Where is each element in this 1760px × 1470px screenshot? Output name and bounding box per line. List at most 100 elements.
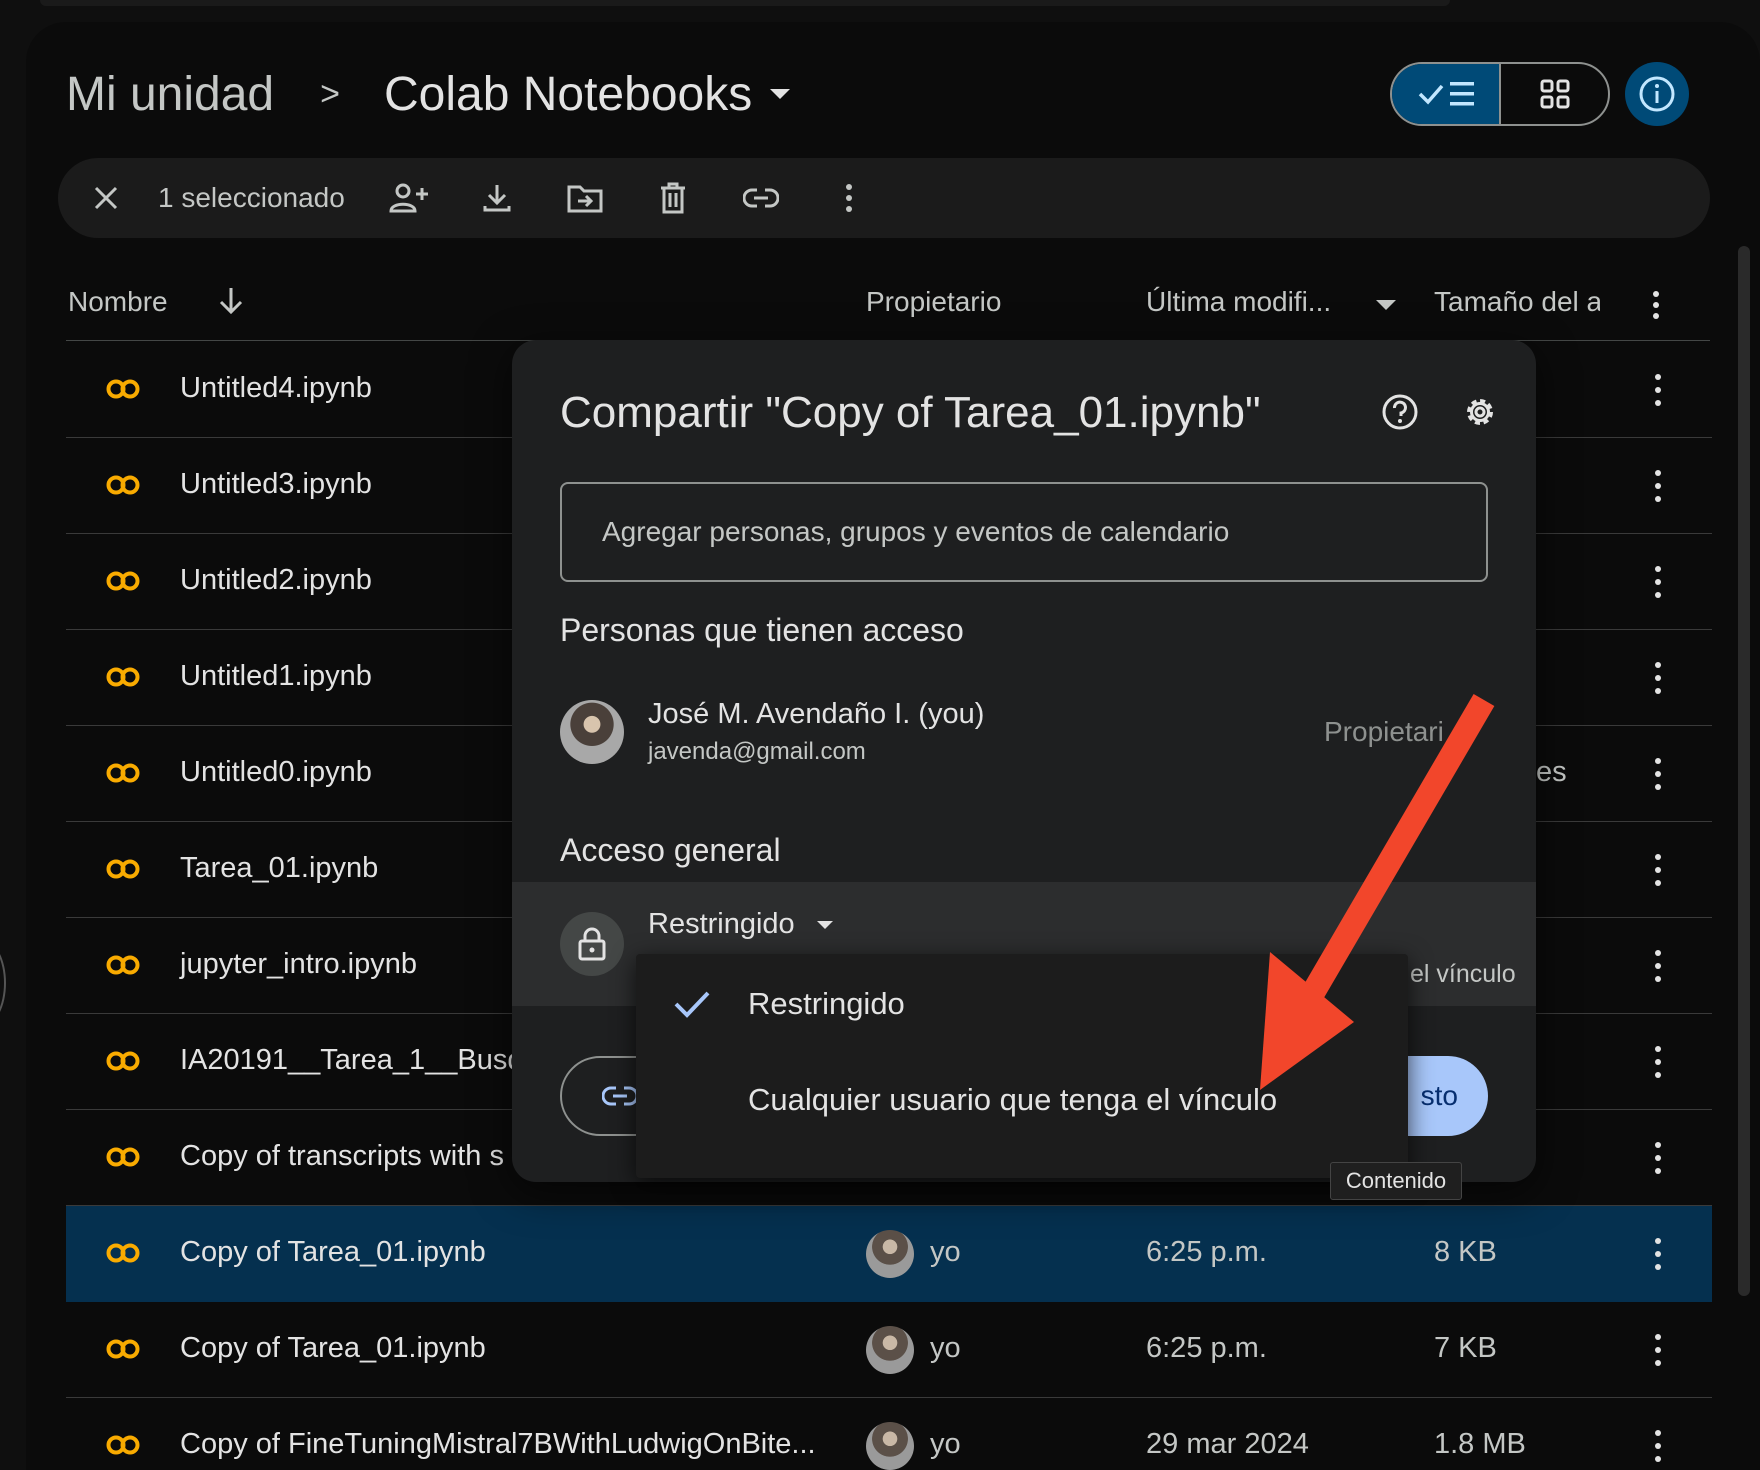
- add-people-input[interactable]: [560, 482, 1488, 582]
- file-name[interactable]: Untitled4.ipynb: [180, 372, 372, 405]
- access-description: el vínculo: [1410, 960, 1516, 988]
- file-size: 7 KB: [1434, 1332, 1497, 1364]
- chevron-down-icon: [816, 920, 833, 929]
- row-more-button[interactable]: [1652, 470, 1664, 502]
- details-button[interactable]: [1625, 62, 1689, 126]
- file-row[interactable]: Copy of Tarea_01.ipynb yo 6:25 p.m. 7 KB: [66, 1302, 1712, 1398]
- modified-sort-caret-icon[interactable]: [1376, 300, 1396, 310]
- list-view-button[interactable]: [1392, 64, 1501, 124]
- sort-arrow-down-icon[interactable]: [218, 286, 244, 316]
- check-icon: [674, 991, 710, 1018]
- file-modified: 6:25 p.m.: [1146, 1236, 1267, 1268]
- help-icon[interactable]: [1380, 392, 1420, 432]
- person-email: javenda@gmail.com: [648, 738, 866, 765]
- file-name[interactable]: Untitled2.ipynb: [180, 564, 372, 597]
- avatar: [866, 1230, 914, 1278]
- link-icon: [742, 188, 779, 208]
- row-more-button[interactable]: [1652, 1430, 1664, 1462]
- menu-item-restricted[interactable]: Restringido: [636, 954, 1408, 1050]
- edge-control[interactable]: [0, 940, 6, 1026]
- colab-logo-icon: [106, 1243, 140, 1263]
- person-role: Propietari: [1324, 716, 1444, 747]
- colab-logo-icon: [106, 955, 140, 975]
- colab-logo-icon: [106, 1147, 140, 1167]
- more-actions-button[interactable]: [825, 174, 873, 222]
- avatar: [560, 700, 624, 764]
- breadcrumb-current-folder[interactable]: Colab Notebooks: [383, 67, 791, 122]
- breadcrumb: Mi unidad > Colab Notebooks: [66, 62, 791, 126]
- row-more-button[interactable]: [1652, 1142, 1664, 1174]
- file-row[interactable]: Copy of FineTuningMistral7BWithLudwigOnB…: [66, 1398, 1712, 1470]
- view-toggle: [1390, 62, 1610, 126]
- row-more-button[interactable]: [1652, 758, 1664, 790]
- breadcrumb-root[interactable]: Mi unidad: [66, 67, 274, 122]
- general-access-dropdown[interactable]: Restringido: [648, 908, 833, 941]
- avatar: [866, 1422, 914, 1470]
- check-list-icon: [1418, 82, 1474, 106]
- top-bar-edge: [40, 0, 1450, 6]
- breadcrumb-current-label: Colab Notebooks: [383, 67, 753, 121]
- file-column-fragment: es: [1536, 756, 1567, 788]
- row-more-button[interactable]: [1652, 662, 1664, 694]
- file-name[interactable]: Untitled0.ipynb: [180, 756, 372, 789]
- file-modified: 6:25 p.m.: [1146, 1332, 1267, 1364]
- general-access-heading: Acceso general: [560, 832, 781, 868]
- colab-logo-icon: [106, 571, 140, 591]
- column-modified[interactable]: Última modifi...: [1146, 286, 1331, 318]
- file-row[interactable]: Copy of Tarea_01.ipynb yo 6:25 p.m. 8 KB: [66, 1206, 1712, 1302]
- colab-logo-icon: [106, 763, 140, 783]
- general-access-value: Restringido: [648, 908, 795, 940]
- grid-icon: [1540, 79, 1569, 109]
- file-name[interactable]: Untitled1.ipynb: [180, 660, 372, 693]
- folder-menu-caret-icon: [770, 89, 791, 99]
- person-name: José M. Avendaño I. (you): [648, 698, 985, 730]
- file-name[interactable]: Copy of transcripts with s: [180, 1140, 504, 1173]
- file-name[interactable]: Copy of Tarea_01.ipynb: [180, 1332, 486, 1365]
- column-name[interactable]: Nombre: [68, 286, 168, 318]
- file-name[interactable]: IA20191__Tarea_1__Busqu: [180, 1044, 540, 1077]
- file-name[interactable]: jupyter_intro.ipynb: [180, 948, 417, 981]
- more-vert-icon: [1653, 291, 1659, 319]
- row-more-button[interactable]: [1652, 1046, 1664, 1078]
- colab-logo-icon: [106, 475, 140, 495]
- avatar: [866, 1326, 914, 1374]
- menu-item-anyone-with-link[interactable]: Cualquier usuario que tenga el vínculo: [636, 1050, 1408, 1146]
- column-size[interactable]: Tamaño del a: [1434, 286, 1600, 318]
- file-name[interactable]: Copy of FineTuningMistral7BWithLudwigOnB…: [180, 1428, 816, 1461]
- done-label: sto: [1420, 1080, 1458, 1111]
- lock-badge: [560, 912, 624, 976]
- breadcrumb-separator: >: [320, 74, 340, 113]
- file-name[interactable]: Tarea_01.ipynb: [180, 852, 378, 885]
- general-access-menu: Restringido Cualquier usuario que tenga …: [636, 954, 1408, 1178]
- link-icon: [602, 1086, 638, 1106]
- clear-selection-button[interactable]: [82, 174, 130, 222]
- row-more-button[interactable]: [1652, 1334, 1664, 1366]
- more-vert-icon: [845, 184, 852, 212]
- file-size: 1.8 MB: [1434, 1428, 1526, 1460]
- row-more-button[interactable]: [1652, 854, 1664, 886]
- people-heading: Personas que tienen acceso: [560, 612, 964, 648]
- colab-logo-icon: [106, 859, 140, 879]
- share-button[interactable]: [385, 174, 433, 222]
- move-button[interactable]: [561, 174, 609, 222]
- file-name[interactable]: Untitled3.ipynb: [180, 468, 372, 501]
- info-icon: [1639, 76, 1675, 112]
- add-person-icon: [389, 183, 428, 213]
- column-owner[interactable]: Propietario: [866, 286, 1001, 318]
- row-more-button[interactable]: [1652, 1238, 1664, 1270]
- scrollbar[interactable]: [1738, 246, 1750, 1296]
- download-button[interactable]: [473, 174, 521, 222]
- row-more-button[interactable]: [1652, 374, 1664, 406]
- menu-item-label: Cualquier usuario que tenga el vínculo: [748, 1082, 1278, 1117]
- copy-link-button[interactable]: [737, 174, 785, 222]
- delete-button[interactable]: [649, 174, 697, 222]
- file-name[interactable]: Copy of Tarea_01.ipynb: [180, 1236, 486, 1269]
- close-icon: [94, 186, 118, 210]
- grid-view-button[interactable]: [1501, 64, 1608, 124]
- column-options-button[interactable]: [1652, 290, 1664, 322]
- gear-icon[interactable]: [1460, 392, 1500, 432]
- row-more-button[interactable]: [1652, 950, 1664, 982]
- row-more-button[interactable]: [1652, 566, 1664, 598]
- menu-item-label: Restringido: [748, 986, 905, 1021]
- colab-logo-icon: [106, 1051, 140, 1071]
